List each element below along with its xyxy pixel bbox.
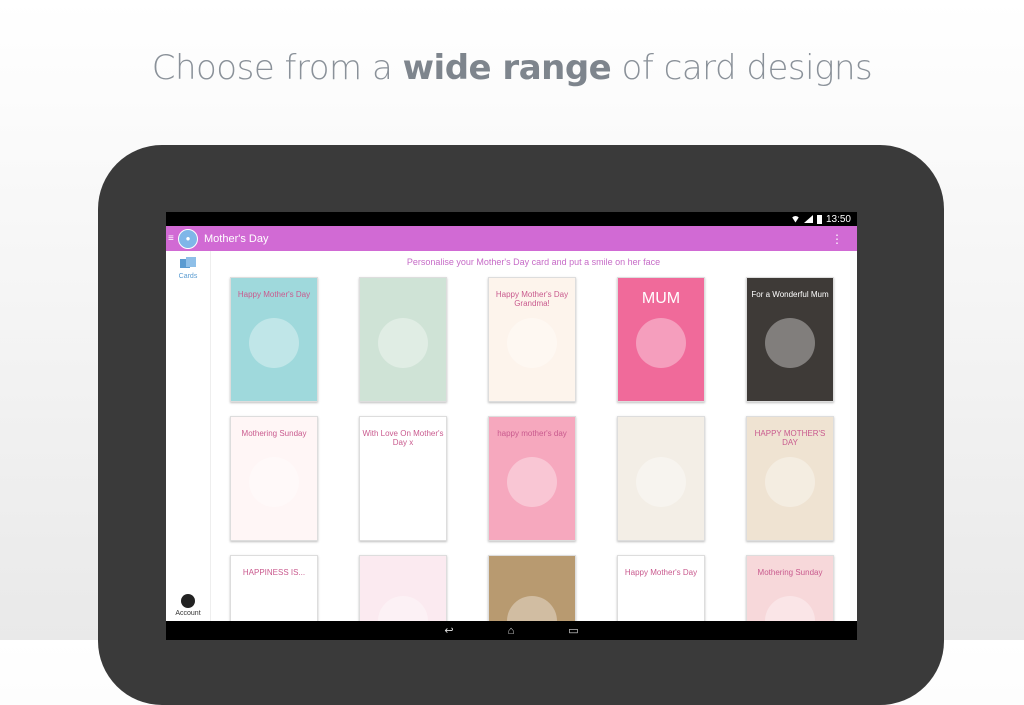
home-icon[interactable]: ⌂ (508, 625, 515, 637)
nav-account-label: Account (175, 610, 201, 617)
card-artwork (765, 318, 815, 368)
card-title: happy mother's day (497, 429, 567, 438)
status-time: 13:50 (825, 213, 851, 225)
wifi-icon (790, 215, 800, 223)
card-artwork (636, 457, 686, 507)
recents-icon[interactable]: ▭ (568, 624, 578, 637)
main-content: Cards Account Personalise your Mother's … (166, 251, 857, 640)
card-tile[interactable] (359, 277, 447, 402)
card-tile[interactable]: Happy Mother's Day Grandma! (488, 277, 576, 402)
card-artwork (249, 318, 299, 368)
nav-cards-label: Cards (178, 273, 198, 280)
card-artwork (378, 457, 428, 507)
card-title: Happy Mother's Day (624, 568, 698, 577)
card-grid: Happy Mother's Day Happy Mother's Day Gra… (230, 277, 834, 640)
card-artwork (507, 318, 557, 368)
card-title: Mothering Sunday (757, 568, 823, 577)
headline-bold: wide range (402, 48, 612, 88)
card-artwork (249, 457, 299, 507)
card-title: HAPPINESS IS... (242, 568, 306, 577)
card-title: HAPPY MOTHER'S DAY (754, 429, 826, 447)
status-bar: 13:50 (166, 212, 857, 226)
tagline: Personalise your Mother's Day card and p… (406, 257, 661, 267)
menu-icon[interactable]: ≡ (168, 233, 178, 244)
signal-icon (803, 215, 813, 223)
app-logo-icon[interactable]: ● (178, 228, 198, 249)
card-artwork (378, 318, 428, 368)
system-nav-bar: ↩ ⌂ ▭ (166, 621, 857, 640)
card-title: Happy Mother's Day Grandma! (495, 290, 569, 308)
card-title: Happy Mother's Day (237, 290, 311, 299)
card-tile[interactable]: HAPPY MOTHER'S DAY (746, 416, 834, 541)
card-tile[interactable]: For a Wonderful Mum (746, 277, 834, 402)
headline: Choose from a wide range of card designs (0, 48, 1024, 88)
card-tile[interactable]: MUM (617, 277, 705, 402)
app-bar: ≡ ● Mother's Day ⋮ (166, 226, 857, 251)
card-title: With Love On Mother's Day x (362, 429, 444, 447)
card-tile[interactable] (617, 416, 705, 541)
card-tile[interactable]: Mothering Sunday (230, 416, 318, 541)
sidebar: Cards Account (166, 251, 211, 621)
headline-pre: Choose from a (151, 48, 403, 88)
card-artwork (765, 457, 815, 507)
card-title: MUM (641, 290, 681, 307)
card-tile[interactable]: happy mother's day (488, 416, 576, 541)
nav-account-button[interactable]: Account (166, 594, 210, 617)
app-title: Mother's Day (204, 232, 269, 245)
back-icon[interactable]: ↩ (444, 624, 453, 637)
headline-post: of card designs (611, 48, 873, 88)
overflow-icon[interactable]: ⋮ (831, 232, 843, 246)
cards-icon (180, 257, 196, 271)
battery-icon (816, 214, 822, 224)
card-artwork (507, 457, 557, 507)
card-artwork (636, 318, 686, 368)
card-tile[interactable]: With Love On Mother's Day x (359, 416, 447, 541)
account-icon (181, 594, 195, 608)
card-title: For a Wonderful Mum (751, 290, 829, 299)
card-tile[interactable]: Happy Mother's Day (230, 277, 318, 402)
device-screen: 13:50 ≡ ● Mother's Day ⋮ Cards Account P… (166, 212, 857, 640)
nav-cards-button[interactable]: Cards (166, 257, 210, 280)
card-title: Mothering Sunday (241, 429, 307, 438)
